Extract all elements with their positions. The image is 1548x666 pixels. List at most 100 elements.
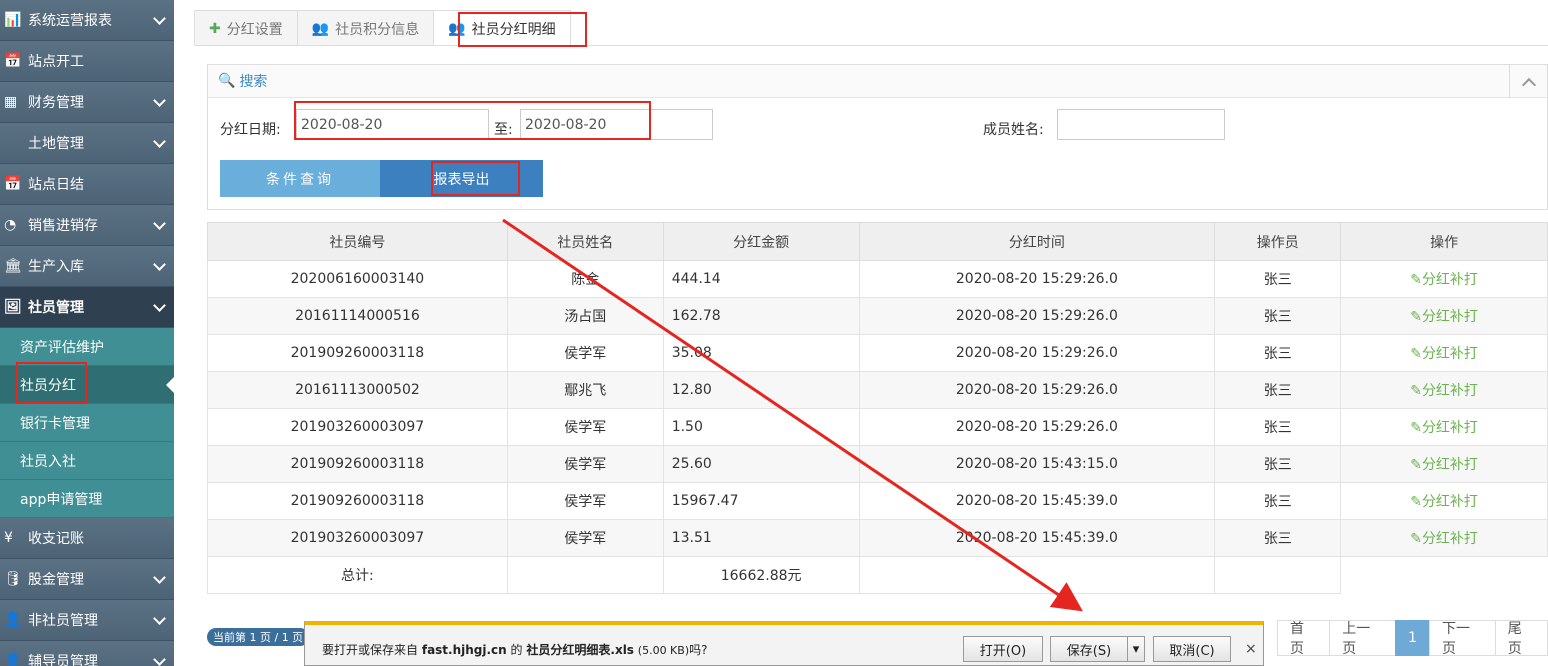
sidebar-item-label: 收支记账 xyxy=(28,531,84,547)
sidebar-item-3[interactable]: 土地管理 xyxy=(0,123,174,164)
sidebar-item-2[interactable]: ▦ 财务管理 xyxy=(0,82,174,123)
table-row: 201903260003097 侯学军 1.50 2020-08-20 15:29:2… xyxy=(207,408,1548,446)
table-cell: 12.80 xyxy=(662,371,860,409)
person-icon: 👤 xyxy=(4,653,22,666)
last-page-button[interactable]: 尾页 xyxy=(1494,620,1548,657)
sidebar-item-0[interactable]: 📊 系统运营报表 xyxy=(0,0,174,41)
table-cell-action: ✎分红补打 xyxy=(1340,297,1548,335)
sidebar-item-label: 社员管理 xyxy=(28,300,84,316)
calculator-icon: ▦ xyxy=(4,94,18,110)
calendar-icon: 📅 xyxy=(4,176,22,192)
reprint-dividend-link[interactable]: ✎分红补打 xyxy=(1410,346,1478,362)
table-cell: 25.60 xyxy=(662,445,860,483)
col-operator[interactable]: 操作员 xyxy=(1214,222,1342,261)
reprint-label: 分红补打 xyxy=(1421,531,1478,547)
table-cell: 张三 xyxy=(1214,445,1342,483)
yen-icon: ¥ xyxy=(4,530,13,546)
database-icon: 🛢 xyxy=(4,571,22,587)
tab-member-points[interactable]: 👥 社员积分信息 xyxy=(296,10,435,46)
pie-chart-icon: ◔ xyxy=(4,217,17,233)
reprint-dividend-link[interactable]: ✎分红补打 xyxy=(1410,494,1478,510)
chevron-up-icon xyxy=(1521,77,1536,92)
app-root: 📊 系统运营报表 📅 站点开工 ▦ 财务管理 土地管理 📅 站点日结 ◔ 销售进销存 🏛 生产入库 🖼 社员… xyxy=(0,0,1548,666)
sidebar-subitem-4[interactable]: app申请管理 xyxy=(0,480,174,518)
reprint-label: 分红补打 xyxy=(1421,346,1478,362)
table-cell-empty xyxy=(1214,556,1342,594)
reprint-dividend-link[interactable]: ✎分红补打 xyxy=(1410,531,1478,547)
open-button[interactable]: 打开(O) xyxy=(963,636,1043,662)
first-page-button[interactable]: 首页 xyxy=(1277,620,1331,657)
table-cell: 张三 xyxy=(1214,371,1342,409)
save-dropdown-button[interactable]: ▾ xyxy=(1127,636,1145,662)
prev-page-button[interactable]: 上一页 xyxy=(1329,620,1397,657)
next-page-button[interactable]: 下一页 xyxy=(1428,620,1496,657)
chevron-down-icon xyxy=(153,217,166,230)
picture-icon: 🖼 xyxy=(4,299,22,315)
table-cell: 201909260003118 xyxy=(207,445,508,483)
reprint-dividend-link[interactable]: ✎分红补打 xyxy=(1410,383,1478,399)
col-dividend-amount[interactable]: 分红金额 xyxy=(662,222,860,261)
sidebar-item-7[interactable]: 🖼 社员管理 xyxy=(0,287,174,328)
table-cell-action: ✎分红补打 xyxy=(1340,334,1548,372)
sidebar-item-label: 生产入库 xyxy=(28,259,84,275)
table-cell: 张三 xyxy=(1214,334,1342,372)
sidebar-item-label: 非社员管理 xyxy=(28,613,98,629)
table-header-row: 社员编号 社员姓名 分红金额 分红时间 操作员 操作 xyxy=(207,222,1548,261)
chevron-down-icon xyxy=(153,299,166,312)
sidebar-subitem-0[interactable]: 资产评估维护 xyxy=(0,328,174,366)
col-member-id[interactable]: 社员编号 xyxy=(207,222,508,261)
col-member-name[interactable]: 社员姓名 xyxy=(506,222,664,261)
sidebar-item-1[interactable]: 📅 站点开工 xyxy=(0,41,174,82)
current-page-button[interactable]: 1 xyxy=(1395,620,1430,656)
tab-dividend-settings[interactable]: ✚ 分红设置 xyxy=(194,10,298,46)
download-filename: 社员分红明细表.xls xyxy=(526,643,634,657)
save-button[interactable]: 保存(S) xyxy=(1050,636,1128,662)
sidebar-item-5[interactable]: ◔ 销售进销存 xyxy=(0,205,174,246)
person-icon: 👤 xyxy=(4,612,22,628)
close-icon[interactable]: × xyxy=(1245,641,1257,657)
reprint-dividend-link[interactable]: ✎分红补打 xyxy=(1410,420,1478,436)
chevron-down-icon xyxy=(153,571,166,584)
table-row: 202006160003140 陈金 444.14 2020-08-20 15:29:… xyxy=(207,260,1548,298)
chevron-down-icon xyxy=(153,612,166,625)
table-cell-empty xyxy=(858,556,1216,594)
annotation-box-sidebar xyxy=(16,362,87,404)
table-cell: 2020-08-20 15:45:39.0 xyxy=(858,482,1216,520)
table-cell-empty xyxy=(1340,556,1548,594)
table-cell: 201909260003118 xyxy=(207,482,508,520)
member-name-input[interactable] xyxy=(1057,109,1225,140)
pencil-icon: ✎ xyxy=(1410,309,1422,325)
table-cell-action: ✎分红补打 xyxy=(1340,408,1548,446)
sidebar-item-4[interactable]: 📅 站点日结 xyxy=(0,164,174,205)
reprint-label: 分红补打 xyxy=(1421,420,1478,436)
download-message: 要打开或保存来自 fast.hjhgj.cn 的 社员分红明细表.xls (5.… xyxy=(322,641,708,658)
sidebar-item-6[interactable]: 🏛 生产入库 xyxy=(0,246,174,287)
table-cell: 2020-08-20 15:45:39.0 xyxy=(858,519,1216,557)
reprint-dividend-link[interactable]: ✎分红补打 xyxy=(1410,309,1478,325)
sidebar-bottom-item-1[interactable]: 🛢 股金管理 xyxy=(0,559,174,600)
col-dividend-time[interactable]: 分红时间 xyxy=(858,222,1216,261)
table-cell: 2020-08-20 15:29:26.0 xyxy=(858,297,1216,335)
reprint-dividend-link[interactable]: ✎分红补打 xyxy=(1410,457,1478,473)
sidebar-subitem-2[interactable]: 银行卡管理 xyxy=(0,404,174,442)
table-cell: 侯学军 xyxy=(506,408,664,446)
table-cell: 2020-08-20 15:29:26.0 xyxy=(858,334,1216,372)
collapse-button[interactable] xyxy=(1509,65,1547,98)
query-button[interactable]: 条件查询 xyxy=(220,160,380,197)
reprint-label: 分红补打 xyxy=(1421,309,1478,325)
download-mid: 的 xyxy=(510,643,523,657)
table-cell: 张三 xyxy=(1214,482,1342,520)
cancel-button[interactable]: 取消(C) xyxy=(1153,636,1231,662)
table-cell-action: ✎分红补打 xyxy=(1340,519,1548,557)
search-header[interactable]: 🔍 搜索 xyxy=(208,65,1547,98)
reprint-label: 分红补打 xyxy=(1421,272,1478,288)
reprint-dividend-link[interactable]: ✎分红补打 xyxy=(1410,272,1478,288)
sidebar-subitem-3[interactable]: 社员入社 xyxy=(0,442,174,480)
sidebar-bottom-item-2[interactable]: 👤 非社员管理 xyxy=(0,600,174,641)
sidebar-bottom-item-3[interactable]: 👤 辅导员管理 xyxy=(0,641,174,666)
chevron-down-icon xyxy=(153,135,166,148)
pencil-icon: ✎ xyxy=(1410,346,1422,362)
sidebar-bottom-item-0[interactable]: ¥ 收支记账 xyxy=(0,518,174,559)
table-cell: 13.51 xyxy=(662,519,860,557)
pencil-icon: ✎ xyxy=(1410,272,1422,288)
